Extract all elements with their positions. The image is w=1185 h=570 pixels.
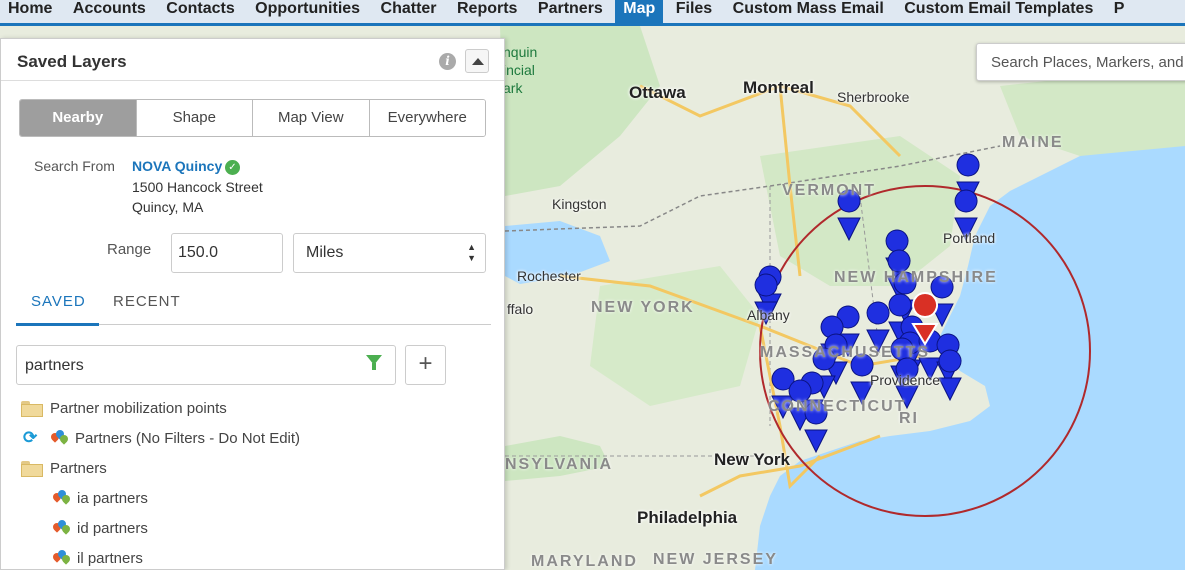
tree-item-label: Partners: [50, 459, 107, 477]
tab-contacts[interactable]: Contacts: [158, 0, 242, 23]
tree-item-label: Partner mobilization points: [50, 399, 227, 417]
panel-header: Saved Layers i: [1, 39, 504, 81]
tree-item-label: id partners: [77, 519, 148, 537]
map-label-algonquin: ark: [503, 80, 523, 96]
range-label: Range: [107, 241, 152, 258]
tab-custom-mass-email[interactable]: Custom Mass Email: [725, 0, 892, 23]
tab-custom-email-templates[interactable]: Custom Email Templates: [896, 0, 1101, 23]
map-label-ottawa: Ottawa: [629, 83, 686, 102]
map-label-connecticut: CONNECTICUT: [768, 398, 907, 415]
marker-layer-icon: [51, 518, 72, 536]
refresh-icon[interactable]: ⟳: [23, 428, 43, 448]
tree-layer[interactable]: il partners: [51, 547, 143, 569]
segment-everywhere[interactable]: Everywhere: [369, 100, 485, 136]
search-mode-toggle: Nearby Shape Map View Everywhere: [19, 99, 486, 137]
search-from-label: Search From: [34, 158, 115, 174]
map-label-algonquin: nquin: [503, 44, 538, 60]
segment-map-view[interactable]: Map View: [253, 100, 370, 136]
add-layer-button[interactable]: +: [405, 345, 446, 385]
map-label-portland: Portland: [943, 230, 996, 246]
address-line-2: Quincy, MA: [132, 199, 204, 215]
map-label-algonquin: incial: [503, 62, 535, 78]
tab-map[interactable]: Map: [615, 0, 664, 23]
map-label-kingston: Kingston: [552, 196, 607, 212]
map-label-maine: MAINE: [1002, 134, 1064, 151]
tree-layer[interactable]: ia partners: [51, 487, 148, 509]
filter-funnel-icon-stem: [372, 363, 376, 370]
info-icon[interactable]: i: [439, 53, 456, 70]
units-value: Miles: [306, 244, 344, 261]
map-search-input[interactable]: Search Places, Markers, and: [976, 43, 1185, 81]
map-label-new-york-state: NEW YORK: [591, 299, 695, 316]
map-label-maryland: MARYLAND: [531, 553, 638, 570]
tab-chatter[interactable]: Chatter: [373, 0, 445, 23]
panel-title: Saved Layers: [17, 52, 127, 71]
search-from-link[interactable]: NOVA Quincy: [132, 158, 222, 174]
tab-opportunities[interactable]: Opportunities: [247, 0, 368, 23]
units-select[interactable]: Miles ▲ ▼: [293, 233, 486, 273]
tab-recent[interactable]: RECENT: [113, 293, 181, 310]
tree-folder[interactable]: Partners: [21, 457, 107, 479]
tab-files[interactable]: Files: [668, 0, 720, 23]
active-tab-indicator: [16, 323, 99, 326]
map-label-new-jersey: NEW JERSEY: [653, 551, 778, 568]
collapse-panel-button[interactable]: [465, 49, 489, 73]
marker-layer-icon: [51, 548, 72, 566]
tab-more[interactable]: P: [1106, 0, 1133, 23]
map-label-massachusetts: MASSACHUSETTS: [760, 344, 931, 361]
tree-layer[interactable]: ⟳ Partners (No Filters - Do Not Edit): [23, 427, 300, 449]
map-label-pennsylvania: NSYLVANIA: [505, 456, 614, 473]
tab-home[interactable]: Home: [0, 0, 60, 23]
tab-partners[interactable]: Partners: [530, 0, 611, 23]
map-label-ri: RI: [899, 410, 919, 427]
select-arrows-icon: ▲ ▼: [467, 242, 476, 263]
folder-open-icon: [21, 401, 43, 417]
map-label-buffalo: ffalo: [507, 301, 534, 317]
address-line-1: 1500 Hancock Street: [132, 179, 263, 195]
tab-reports[interactable]: Reports: [449, 0, 525, 23]
segment-shape[interactable]: Shape: [136, 100, 253, 136]
marker-layer-icon: [51, 488, 72, 506]
range-input[interactable]: 150.0: [171, 233, 283, 273]
map-label-rochester: Rochester: [517, 268, 581, 284]
layer-tabs: SAVED RECENT: [16, 285, 491, 326]
tree-item-label: Partners (No Filters - Do Not Edit): [75, 429, 301, 447]
map-label-new-hampshire: NEW HAMPSHIRE: [834, 269, 998, 286]
map-label-philadelphia: Philadelphia: [637, 508, 738, 527]
tab-accounts[interactable]: Accounts: [65, 0, 154, 23]
check-icon: ✓: [225, 160, 240, 175]
folder-open-icon: [21, 461, 43, 477]
layer-filter-input[interactable]: partners: [16, 345, 396, 385]
saved-layers-panel: Saved Layers i Nearby Shape Map View Eve…: [0, 38, 505, 570]
map-label-albany: Albany: [747, 307, 790, 323]
tree-item-label: ia partners: [77, 489, 148, 507]
map-label-providence: Providence: [870, 372, 941, 388]
segment-nearby[interactable]: Nearby: [20, 100, 137, 136]
map-label-vermont: VERMONT: [782, 182, 876, 199]
tree-item-label: il partners: [77, 549, 143, 567]
tab-saved[interactable]: SAVED: [31, 293, 86, 310]
tree-folder[interactable]: Partner mobilization points: [21, 397, 227, 419]
map-label-montreal: Montreal: [743, 78, 814, 97]
marker-layer-icon: [49, 428, 70, 446]
map-label-sherbrooke: Sherbrooke: [837, 89, 910, 105]
top-nav: Home Accounts Contacts Opportunities Cha…: [0, 0, 1185, 26]
map-label-new-york-city: New York: [714, 450, 790, 469]
tree-layer[interactable]: id partners: [51, 517, 148, 539]
